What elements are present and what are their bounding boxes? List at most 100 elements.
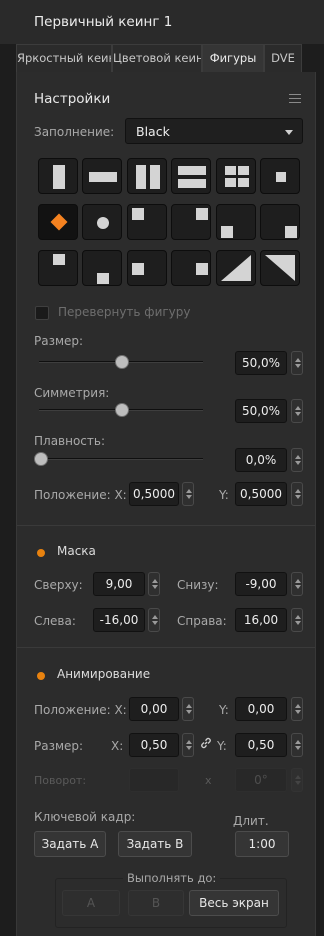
fill-value: Black xyxy=(136,124,170,139)
shape-square-bottom-center-button[interactable] xyxy=(82,250,123,286)
rotation-label: Поворот: xyxy=(34,774,87,787)
rect-horizontal-bar-icon xyxy=(89,172,118,182)
fill-dropdown[interactable]: Black xyxy=(125,118,303,144)
mask-top-stepper[interactable] xyxy=(148,572,160,596)
link-icon[interactable] xyxy=(199,736,213,750)
shape-square-bottom-right-button[interactable] xyxy=(260,204,300,240)
invert-checkbox[interactable] xyxy=(35,306,49,320)
shape-rect-horizontal-bar-button[interactable] xyxy=(82,158,123,194)
anim-size-y-field[interactable]: 0,50 xyxy=(235,733,287,757)
mask-left-stepper[interactable] xyxy=(148,608,160,632)
keyframe-label: Ключевой кадр: xyxy=(34,810,136,824)
tab-dve[interactable]: DVE xyxy=(264,44,302,72)
mask-bottom-stepper[interactable] xyxy=(291,572,303,596)
square-bottom-right-icon xyxy=(285,226,297,238)
position-y-label: Y: xyxy=(219,488,229,502)
mask-bottom-label: Снизу: xyxy=(177,578,219,592)
shape-square-right-center-button[interactable] xyxy=(171,250,212,286)
position-x-stepper[interactable] xyxy=(182,482,194,506)
settings-panel: Настройки Заполнение: Black Перевернуть … xyxy=(16,72,316,936)
tab-chroma-key[interactable]: Цветовой кеинг xyxy=(112,44,202,72)
run-to-b-button[interactable]: B xyxy=(128,890,184,916)
triangle-top-right-icon xyxy=(265,255,295,281)
two-vertical-bars-icon xyxy=(149,165,160,189)
shape-triangle-top-right-button[interactable] xyxy=(260,250,300,286)
square-right-center-icon xyxy=(196,263,209,275)
anim-position-x-field[interactable]: 0,00 xyxy=(129,697,179,721)
shape-triangle-bottom-left-button[interactable] xyxy=(215,250,256,286)
four-boxes-icon xyxy=(237,166,249,175)
shape-square-left-center-button[interactable] xyxy=(126,250,167,286)
shape-square-bottom-left-button[interactable] xyxy=(215,204,256,240)
rotation-x-label: x xyxy=(205,774,212,787)
shape-circle-button[interactable] xyxy=(82,204,123,240)
mask-right-label: Справа: xyxy=(177,614,227,628)
duration-label: Длит. xyxy=(233,814,269,828)
anim-size-x-stepper[interactable] xyxy=(182,733,194,757)
shape-square-top-right-button[interactable] xyxy=(171,204,212,240)
two-vertical-bars-icon xyxy=(135,165,146,189)
set-a-button[interactable]: Задать A xyxy=(34,831,106,857)
anim-position-y-label: Y: xyxy=(219,703,229,717)
fill-label: Заполнение: xyxy=(34,125,115,139)
tab-luma-key[interactable]: Яркостный кеинг xyxy=(16,44,112,72)
four-boxes-icon xyxy=(237,178,249,187)
anim-position-y-stepper[interactable] xyxy=(291,697,303,721)
softness-slider-thumb[interactable] xyxy=(34,452,48,466)
set-b-button[interactable]: Задать B xyxy=(118,831,192,857)
four-boxes-icon xyxy=(224,166,236,175)
mask-left-field[interactable]: -16,00 xyxy=(93,608,145,632)
shape-square-top-center-button[interactable] xyxy=(38,250,78,286)
size-value-field[interactable]: 50,0% xyxy=(235,351,287,375)
size-slider-thumb[interactable] xyxy=(115,355,129,369)
anim-size-y-stepper[interactable] xyxy=(291,733,303,757)
tab-shapes[interactable]: Фигуры xyxy=(202,44,264,72)
position-y-field[interactable]: 0,5000 xyxy=(235,482,287,506)
softness-stepper[interactable] xyxy=(291,448,303,472)
mask-right-field[interactable]: 16,00 xyxy=(235,608,287,632)
shape-four-boxes-button[interactable] xyxy=(215,158,256,194)
symmetry-value-field[interactable]: 50,0% xyxy=(235,399,287,423)
softness-slider-track[interactable] xyxy=(39,458,203,460)
menu-icon[interactable] xyxy=(289,94,301,104)
run-to-a-button[interactable]: A xyxy=(62,890,120,916)
anim-position-label: Положение: X: xyxy=(34,703,127,717)
circle-icon xyxy=(97,217,110,229)
rotation-stepper xyxy=(291,768,303,792)
symmetry-stepper[interactable] xyxy=(291,399,303,423)
anim-position-y-field[interactable]: 0,00 xyxy=(235,697,287,721)
shape-two-horizontal-bars-button[interactable] xyxy=(171,158,212,194)
anim-size-x-label: X: xyxy=(111,739,124,753)
duration-field[interactable]: 1:00 xyxy=(235,831,289,857)
shape-rect-vertical-bar-button[interactable] xyxy=(38,158,78,194)
rotation-value-field: 0° xyxy=(235,768,287,792)
mask-top-label: Сверху: xyxy=(34,578,83,592)
shape-grid xyxy=(38,158,300,286)
mask-top-field[interactable]: 9,00 xyxy=(93,572,145,596)
triangle-bottom-left-icon xyxy=(220,255,251,281)
shape-two-vertical-bars-button[interactable] xyxy=(126,158,167,194)
settings-heading: Настройки xyxy=(34,91,111,107)
mask-right-stepper[interactable] xyxy=(291,608,303,632)
position-y-stepper[interactable] xyxy=(291,482,303,506)
mask-enable-indicator[interactable] xyxy=(37,549,45,557)
shape-diamond-button[interactable] xyxy=(38,204,78,240)
symmetry-slider-thumb[interactable] xyxy=(115,403,129,417)
position-x-field[interactable]: 0,5000 xyxy=(129,482,179,506)
anim-size-x-field[interactable]: 0,50 xyxy=(129,733,179,757)
animation-enable-indicator[interactable] xyxy=(37,672,45,680)
chevron-down-icon xyxy=(285,130,293,135)
window-title: Первичный кеинг 1 xyxy=(34,14,173,30)
square-bottom-left-icon xyxy=(220,226,233,238)
softness-value-field[interactable]: 0,0% xyxy=(235,448,287,472)
run-to-full-button[interactable]: Весь экран xyxy=(189,890,279,916)
anim-position-x-stepper[interactable] xyxy=(182,697,194,721)
mask-bottom-field[interactable]: -9,00 xyxy=(235,572,287,596)
two-horizontal-bars-icon xyxy=(178,179,207,188)
rotation-field xyxy=(129,768,179,792)
shape-square-top-left-button[interactable] xyxy=(126,204,167,240)
size-stepper[interactable] xyxy=(291,351,303,375)
divider xyxy=(17,647,315,648)
shape-small-square-center-button[interactable] xyxy=(260,158,300,194)
small-square-center-icon xyxy=(276,172,286,182)
